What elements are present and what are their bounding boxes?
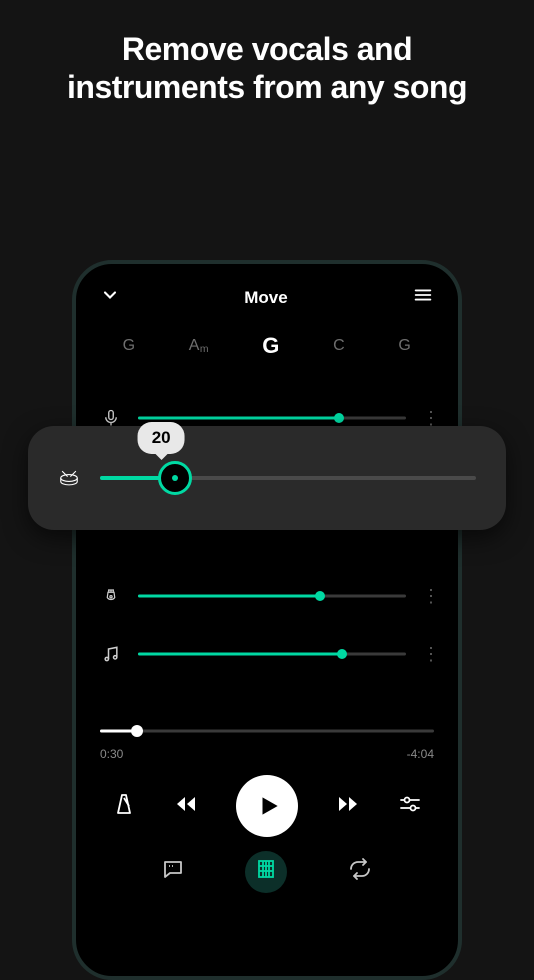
- tracks-panel: ⋮ ⋮ ⋮: [76, 379, 458, 683]
- other-slider[interactable]: [138, 642, 406, 666]
- drums-icon: [58, 465, 80, 491]
- chord-current: G: [262, 333, 280, 359]
- music-icon: [100, 644, 122, 664]
- metronome-icon[interactable]: [112, 792, 136, 821]
- slider-tooltip: 20: [138, 422, 185, 454]
- progress-section: 0:30 -4:04: [76, 721, 458, 761]
- play-button[interactable]: [236, 775, 298, 837]
- chord: G: [398, 337, 411, 355]
- app-header: Move: [76, 264, 458, 319]
- playback-progress[interactable]: [100, 721, 434, 741]
- mixer-icon[interactable]: [398, 792, 422, 821]
- guitar-slider[interactable]: [138, 584, 406, 608]
- chord-row: G Am G C G: [76, 319, 458, 379]
- bottom-tabs: [76, 837, 458, 886]
- playback-controls: [76, 761, 458, 837]
- chevron-down-icon[interactable]: [100, 285, 120, 310]
- chord: Am: [189, 337, 209, 355]
- remaining-time: -4:04: [407, 747, 434, 761]
- more-icon[interactable]: ⋮: [422, 644, 434, 665]
- more-icon[interactable]: ⋮: [422, 586, 434, 607]
- elapsed-time: 0:30: [100, 747, 123, 761]
- chord: C: [333, 337, 345, 355]
- menu-icon[interactable]: [412, 284, 434, 311]
- track-guitar: ⋮: [100, 567, 434, 625]
- rewind-icon[interactable]: [171, 792, 201, 821]
- tab-loop-icon[interactable]: [347, 857, 373, 886]
- track-other: ⋮: [100, 625, 434, 683]
- phone-frame: Move G Am G C G ⋮: [72, 260, 462, 980]
- forward-icon[interactable]: [333, 792, 363, 821]
- guitar-icon: [100, 584, 122, 608]
- song-title: Move: [244, 288, 287, 308]
- chord: G: [123, 337, 136, 355]
- tab-chords-icon[interactable]: [254, 857, 278, 886]
- marketing-headline: Remove vocals and instruments from any s…: [0, 0, 534, 107]
- track-drums-overlay: 20: [28, 426, 506, 530]
- tab-lyrics-icon[interactable]: [161, 857, 185, 886]
- drums-slider[interactable]: 20: [100, 458, 476, 498]
